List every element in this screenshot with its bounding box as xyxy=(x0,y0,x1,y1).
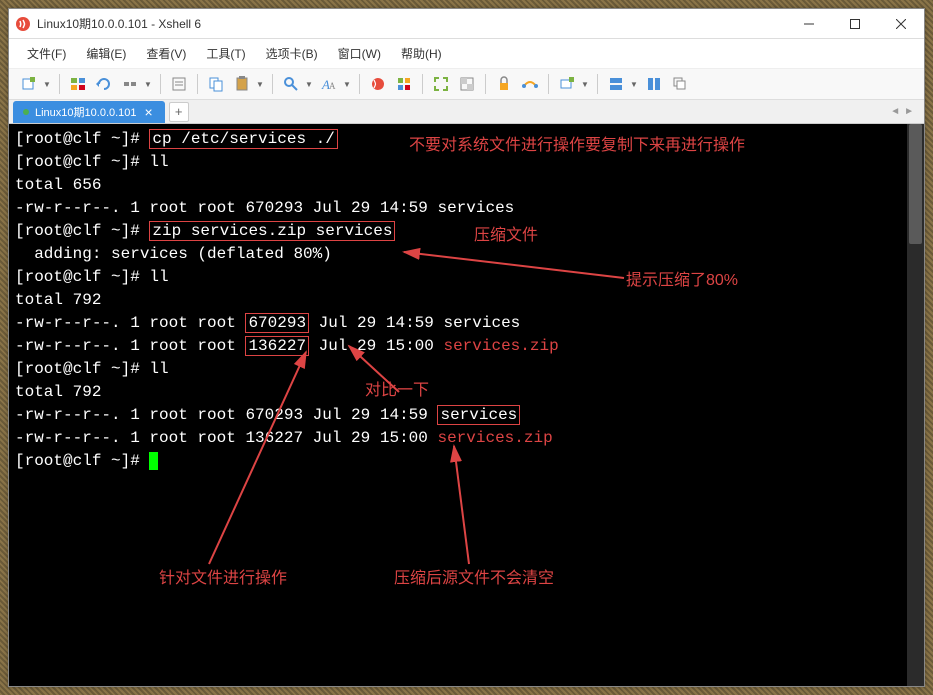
copy-icon[interactable] xyxy=(204,73,228,95)
disconnect-icon[interactable] xyxy=(118,73,142,95)
menu-file[interactable]: 文件(F) xyxy=(19,42,74,65)
svg-text:A: A xyxy=(329,81,336,91)
separator xyxy=(422,74,423,94)
separator xyxy=(272,74,273,94)
fullscreen-icon[interactable] xyxy=(429,73,453,95)
dropdown-icon[interactable]: ▼ xyxy=(630,80,640,89)
menu-window[interactable]: 窗口(W) xyxy=(330,42,389,65)
cmd-ll: ll xyxy=(149,360,168,378)
menu-tools[interactable]: 工具(T) xyxy=(198,42,253,65)
output-ls: -rw-r--r--. 1 root root 670293 Jul 29 14… xyxy=(15,312,918,335)
tab-label: Linux10期10.0.0.101 xyxy=(35,104,137,120)
minimize-button[interactable] xyxy=(786,9,832,39)
window-title: Linux10期10.0.0.101 - Xshell 6 xyxy=(37,15,786,32)
output-total: total 792 xyxy=(15,381,918,404)
cmd-zip: zip services.zip services xyxy=(149,221,395,241)
new-tab-icon[interactable] xyxy=(555,73,579,95)
session-tab[interactable]: Linux10期10.0.0.101 × xyxy=(13,101,165,123)
tab-next-icon[interactable]: ► xyxy=(904,106,914,117)
tile-horizontal-icon[interactable] xyxy=(604,73,628,95)
cmd-ll: ll xyxy=(149,268,168,286)
app-icon xyxy=(15,16,31,32)
separator xyxy=(197,74,198,94)
dropdown-icon[interactable]: ▼ xyxy=(144,80,154,89)
output-total: total 656 xyxy=(15,174,918,197)
annotation: 对比一下 xyxy=(365,379,429,402)
sessions-icon[interactable] xyxy=(66,73,90,95)
dropdown-icon[interactable]: ▼ xyxy=(305,80,315,89)
menubar: 文件(F) 编辑(E) 查看(V) 工具(T) 选项卡(B) 窗口(W) 帮助(… xyxy=(9,39,924,69)
output-ls: -rw-r--r--. 1 root root 670293 Jul 29 14… xyxy=(15,404,918,427)
transparency-icon[interactable] xyxy=(455,73,479,95)
cascade-icon[interactable] xyxy=(668,73,692,95)
prompt: [root@clf ~]# xyxy=(15,268,149,286)
properties-icon[interactable] xyxy=(167,73,191,95)
dropdown-icon[interactable]: ▼ xyxy=(581,80,591,89)
output-ls: -rw-r--r--. 1 root root 136227 Jul 29 15… xyxy=(15,335,918,358)
reconnect-icon[interactable] xyxy=(92,73,116,95)
menu-help[interactable]: 帮助(H) xyxy=(393,42,450,65)
output-total: total 792 xyxy=(15,289,918,312)
menu-edit[interactable]: 编辑(E) xyxy=(78,42,134,65)
status-dot-icon xyxy=(23,109,29,115)
dropdown-icon[interactable]: ▼ xyxy=(343,80,353,89)
prompt: [root@clf ~]# xyxy=(15,360,149,378)
new-session-icon[interactable] xyxy=(17,73,41,95)
separator xyxy=(485,74,486,94)
tile-vertical-icon[interactable] xyxy=(642,73,666,95)
lock-icon[interactable] xyxy=(492,73,516,95)
tab-close-icon[interactable]: × xyxy=(143,104,155,120)
annotation: 针对文件进行操作 xyxy=(159,567,287,590)
menu-tab[interactable]: 选项卡(B) xyxy=(258,42,326,65)
tabbar: Linux10期10.0.0.101 × + ◄ ► xyxy=(9,100,924,124)
separator xyxy=(548,74,549,94)
xshell-window: Linux10期10.0.0.101 - Xshell 6 文件(F) 编辑(E… xyxy=(8,8,925,687)
separator xyxy=(597,74,598,94)
terminal[interactable]: [root@clf ~]# cp /etc/services ./ [root@… xyxy=(9,124,924,686)
highlight-icon[interactable] xyxy=(392,73,416,95)
toolbar: ▼ ▼ ▼ ▼ AA ▼ ▼ ▼ xyxy=(9,69,924,100)
scrollbar[interactable] xyxy=(907,124,924,686)
window-controls xyxy=(786,9,924,39)
separator xyxy=(160,74,161,94)
titlebar: Linux10期10.0.0.101 - Xshell 6 xyxy=(9,9,924,39)
cmd-cp: cp /etc/services ./ xyxy=(149,129,337,149)
annotation: 提示压缩了80% xyxy=(626,269,738,292)
prompt: [root@clf ~]# xyxy=(15,452,149,470)
annotation: 压缩后源文件不会清空 xyxy=(394,567,554,590)
prompt: [root@clf ~]# xyxy=(15,222,149,240)
maximize-button[interactable] xyxy=(832,9,878,39)
annotation: 压缩文件 xyxy=(474,224,538,247)
font-icon[interactable]: AA xyxy=(317,73,341,95)
scroll-thumb[interactable] xyxy=(909,124,922,244)
menu-view[interactable]: 查看(V) xyxy=(138,42,194,65)
tunnel-icon[interactable] xyxy=(518,73,542,95)
separator xyxy=(59,74,60,94)
prompt: [root@clf ~]# xyxy=(15,153,149,171)
output-adding: adding: services (deflated 80%) xyxy=(15,243,918,266)
output-ls: -rw-r--r--. 1 root root 670293 Jul 29 14… xyxy=(15,197,918,220)
dropdown-icon[interactable]: ▼ xyxy=(43,80,53,89)
dropdown-icon[interactable]: ▼ xyxy=(256,80,266,89)
paste-icon[interactable] xyxy=(230,73,254,95)
add-tab-button[interactable]: + xyxy=(169,102,189,122)
annotation: 不要对系统文件进行操作要复制下来再进行操作 xyxy=(409,134,745,157)
cmd-ll: ll xyxy=(149,153,168,171)
tab-prev-icon[interactable]: ◄ xyxy=(890,106,900,117)
tab-navigation: ◄ ► xyxy=(890,106,920,117)
find-icon[interactable] xyxy=(279,73,303,95)
cursor xyxy=(149,452,158,470)
prompt: [root@clf ~]# xyxy=(15,130,149,148)
separator xyxy=(359,74,360,94)
close-button[interactable] xyxy=(878,9,924,39)
color-scheme-icon[interactable] xyxy=(366,73,390,95)
output-ls: -rw-r--r--. 1 root root 136227 Jul 29 15… xyxy=(15,427,918,450)
